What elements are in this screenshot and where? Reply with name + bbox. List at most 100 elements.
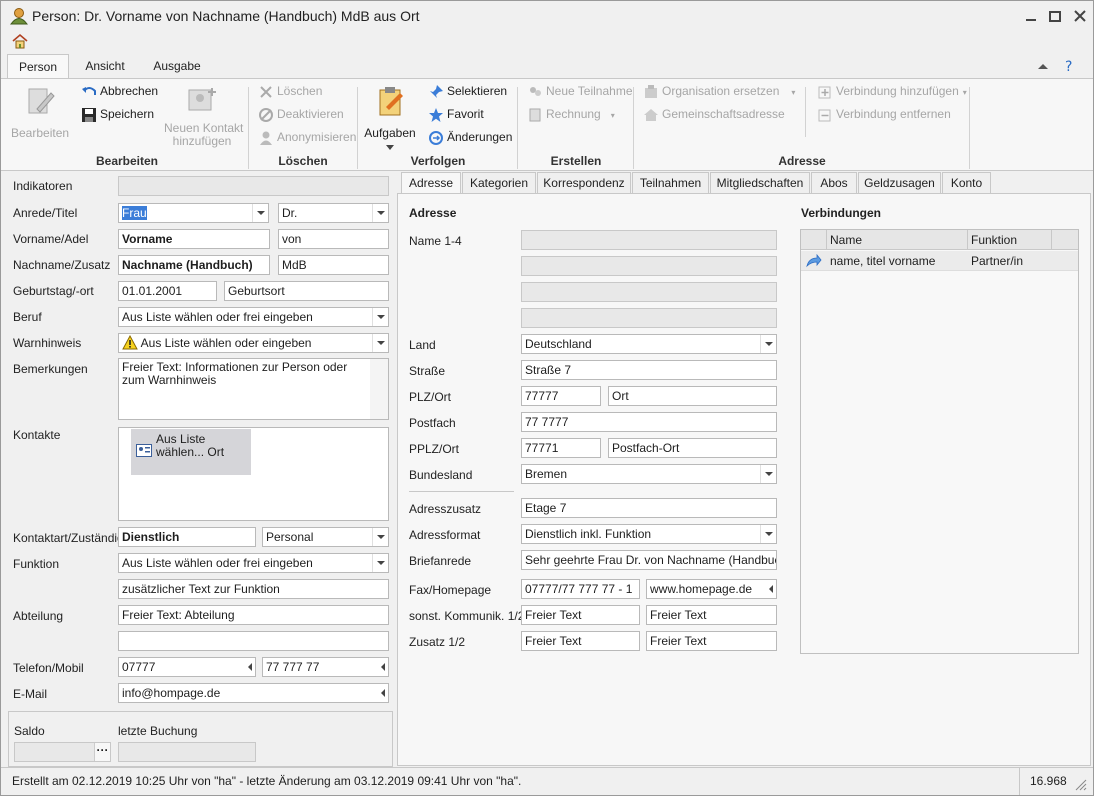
- mobile-field[interactable]: 77 777 77: [262, 657, 389, 677]
- tasks-button[interactable]: Aufgaben: [364, 85, 416, 154]
- firstname-field[interactable]: Vorname: [118, 229, 270, 249]
- extra2-field[interactable]: Freier Text: [646, 631, 777, 651]
- ribbon-tab-person[interactable]: Person: [7, 54, 69, 78]
- tab-mitgliedschaften[interactable]: Mitgliedschaften: [710, 172, 810, 193]
- phone-field[interactable]: 07777: [118, 657, 256, 677]
- department-field[interactable]: Freier Text: Abteilung: [118, 605, 389, 625]
- pozip-field[interactable]: 77771: [521, 438, 601, 458]
- anonymize-icon: [260, 131, 272, 145]
- fax-field[interactable]: 07777/77 777 77 - 1: [521, 579, 640, 599]
- delete-button[interactable]: Löschen: [258, 81, 322, 101]
- lastname-field[interactable]: Nachname (Handbuch): [118, 255, 270, 275]
- tab-geldzusagen[interactable]: Geldzusagen: [858, 172, 941, 193]
- ribbon-tab-ansicht[interactable]: Ansicht: [77, 54, 133, 78]
- chevron-down-icon[interactable]: [252, 204, 268, 222]
- add-link-button[interactable]: Verbindung hinzufügen ▾: [817, 81, 967, 101]
- salutation-select[interactable]: Frau: [118, 203, 269, 223]
- col-function-header[interactable]: Funktion: [971, 233, 1017, 247]
- contacttype-field[interactable]: Dienstlich: [118, 527, 256, 547]
- nobility-field[interactable]: von: [278, 229, 389, 249]
- birthplace-field[interactable]: Geburtsort: [224, 281, 389, 301]
- name-label: Name 1-4: [409, 234, 462, 248]
- pobox-field[interactable]: 77 7777: [521, 412, 777, 432]
- resize-grip-icon[interactable]: [1075, 779, 1087, 791]
- tab-teilnahmen[interactable]: Teilnahmen: [632, 172, 709, 193]
- extra1-field[interactable]: Freier Text: [521, 631, 640, 651]
- chevron-left-icon[interactable]: [246, 658, 255, 676]
- warning-label: Warnhinweis: [13, 336, 82, 350]
- suffix-field[interactable]: MdB: [278, 255, 389, 275]
- chevron-down-icon[interactable]: [372, 204, 388, 222]
- remarks-scrollbar[interactable]: [370, 359, 388, 419]
- ellipsis-icon[interactable]: ···: [94, 743, 110, 761]
- anonymize-button[interactable]: Anonymisieren: [258, 127, 356, 147]
- close-icon[interactable]: [1073, 9, 1087, 23]
- zip-field[interactable]: 77777: [521, 386, 601, 406]
- country-value: Deutschland: [525, 337, 592, 351]
- tab-korrespondenz[interactable]: Korrespondenz: [537, 172, 631, 193]
- contact-card[interactable]: Aus Liste wählen... Ort: [131, 429, 251, 475]
- chevron-down-icon[interactable]: [372, 308, 388, 326]
- col-name-header[interactable]: Name: [830, 233, 862, 247]
- table-row[interactable]: name, titel vorname Partner/in: [801, 251, 1078, 271]
- home-icon[interactable]: [12, 33, 28, 49]
- comm2-field[interactable]: Freier Text: [646, 605, 777, 625]
- chevron-down-icon[interactable]: [372, 554, 388, 572]
- function-extra-field[interactable]: zusätzlicher Text zur Funktion: [118, 579, 389, 599]
- country-select[interactable]: Deutschland: [521, 334, 777, 354]
- new-participation-button[interactable]: Neue Teilnahme: [527, 81, 633, 101]
- addition-field[interactable]: Etage 7: [521, 498, 777, 518]
- share-arrow-icon: [806, 254, 822, 268]
- city-field[interactable]: Ort: [608, 386, 777, 406]
- homepage-field[interactable]: www.homepage.de: [646, 579, 777, 599]
- job-select[interactable]: Aus Liste wählen oder frei eingeben: [118, 307, 389, 327]
- letter-field[interactable]: Sehr geehrte Frau Dr. von Nachname (Hand…: [521, 550, 777, 570]
- favorite-button[interactable]: Favorit: [428, 104, 484, 124]
- tab-konto[interactable]: Konto: [942, 172, 991, 193]
- birthdate-field[interactable]: 01.01.2001: [118, 281, 217, 301]
- warning-select[interactable]: Aus Liste wählen oder eingeben: [118, 333, 389, 353]
- chevron-down-icon[interactable]: [760, 525, 776, 543]
- format-select[interactable]: Dienstlich inkl. Funktion: [521, 524, 777, 544]
- svg-text:?: ?: [1065, 59, 1072, 74]
- comm1-field[interactable]: Freier Text: [521, 605, 640, 625]
- save-button[interactable]: Speichern: [81, 104, 154, 124]
- tab-abos[interactable]: Abos: [811, 172, 857, 193]
- changes-button[interactable]: Änderungen: [428, 127, 512, 147]
- tab-kategorien[interactable]: Kategorien: [462, 172, 536, 193]
- title-select[interactable]: Dr.: [278, 203, 389, 223]
- email-field[interactable]: info@hompage.de: [118, 683, 389, 703]
- common-address-button[interactable]: Gemeinschaftsadresse: [643, 104, 785, 124]
- street-field[interactable]: Straße 7: [521, 360, 777, 380]
- chevron-left-icon[interactable]: [379, 684, 388, 702]
- responsible-select[interactable]: Personal: [262, 527, 389, 547]
- pocity-field[interactable]: Postfach-Ort: [608, 438, 777, 458]
- record-count: 16.968: [1030, 774, 1067, 788]
- collapse-ribbon-icon[interactable]: [1037, 61, 1049, 71]
- invoice-button[interactable]: Rechnung ▾: [527, 104, 615, 124]
- replace-org-button[interactable]: Organisation ersetzen ▾: [643, 81, 795, 101]
- chevron-left-icon[interactable]: [767, 580, 776, 598]
- remove-link-button[interactable]: Verbindung entfernen: [817, 104, 951, 124]
- contacts-list[interactable]: Aus Liste wählen... Ort: [118, 427, 389, 521]
- minimize-icon[interactable]: [1024, 9, 1038, 23]
- help-icon[interactable]: ?: [1062, 58, 1078, 74]
- chevron-down-icon[interactable]: [760, 465, 776, 483]
- status-divider: [1019, 768, 1020, 795]
- chevron-down-icon[interactable]: [372, 528, 388, 546]
- chevron-left-icon[interactable]: [379, 658, 388, 676]
- chevron-down-icon[interactable]: [760, 335, 776, 353]
- state-select[interactable]: Bremen: [521, 464, 777, 484]
- cancel-button[interactable]: Abbrechen: [81, 81, 158, 101]
- deactivate-button[interactable]: Deaktivieren: [258, 104, 344, 124]
- function-select[interactable]: Aus Liste wählen oder frei eingeben: [118, 553, 389, 573]
- remarks-field[interactable]: Freier Text: Informationen zur Person od…: [118, 358, 389, 420]
- maximize-icon[interactable]: [1048, 9, 1062, 23]
- ribbon-tab-ausgabe[interactable]: Ausgabe: [146, 54, 208, 78]
- edit-button[interactable]: Bearbeiten: [11, 85, 69, 140]
- tab-adresse[interactable]: Adresse: [401, 172, 461, 194]
- department2-field[interactable]: [118, 631, 389, 651]
- chevron-down-icon[interactable]: [372, 334, 388, 352]
- new-contact-button[interactable]: Neuen Kontakt hinzufügen: [164, 85, 243, 148]
- select-button[interactable]: Selektieren: [428, 81, 507, 101]
